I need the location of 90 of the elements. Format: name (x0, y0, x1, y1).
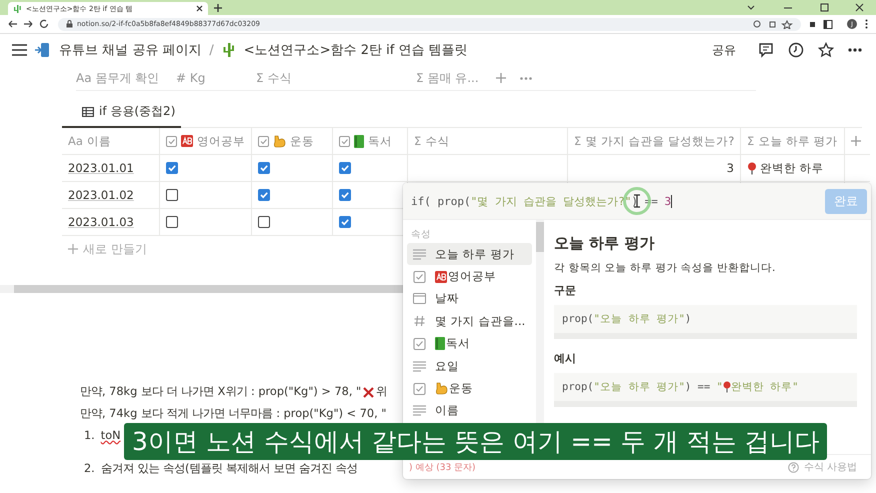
section-heading: 구문 (554, 283, 577, 298)
checkbox[interactable] (339, 216, 351, 228)
arm-icon (435, 382, 448, 396)
ab-icon (435, 270, 447, 283)
menu-icon[interactable] (865, 19, 868, 29)
list-item: toN (100, 429, 121, 443)
more-icon[interactable] (848, 48, 862, 52)
checkbox-icon (166, 136, 177, 146)
pin-icon (722, 381, 731, 393)
navigation-icon[interactable] (8, 19, 50, 29)
property-item[interactable]: 날짜 (407, 288, 532, 310)
breadcrumb[interactable]: 유튜브 채널 공유 페이지 (59, 41, 202, 59)
new-tab-icon[interactable] (214, 4, 222, 12)
subtitle-caption: 3이면 노션 수식에서 같다는 뜻은 여기 == 두 개 적는 겁니다 (124, 423, 828, 460)
checkbox-icon (413, 382, 426, 395)
checkbox[interactable] (258, 162, 270, 174)
code-block: prop("오늘 하루 평가") (554, 305, 857, 339)
hash-icon (413, 315, 426, 328)
column-header[interactable]: Aa 이름 (62, 128, 160, 154)
detail-description: 각 항목의 오늘 하루 평가 속성을 반환합니다. (554, 261, 776, 275)
calendar-icon (413, 293, 426, 304)
view-tab[interactable]: if 응용(중첩2) (62, 103, 182, 128)
column-header[interactable]: 영어공부 (160, 128, 252, 154)
cactus-icon (13, 4, 22, 14)
property-item[interactable]: 요일 (407, 354, 532, 378)
property-item[interactable]: 영어공부 (407, 265, 532, 288)
toolbar-icon[interactable] (753, 20, 793, 28)
phone-icon (35, 42, 51, 58)
property-item[interactable]: 운동 (407, 377, 532, 400)
share-button[interactable]: 공유 (712, 42, 736, 58)
checkbox[interactable] (339, 162, 351, 174)
checkbox-icon (339, 136, 350, 146)
paragraph: 만약, 74kg 보다 적게 나가면 너무마름 : prop("Kg") < 70, " (80, 407, 386, 421)
section-label: 속성 (411, 228, 432, 241)
property-item[interactable]: 오늘 하루 평가 (407, 243, 532, 266)
breadcrumb-separator: / (209, 42, 214, 58)
cross-icon (362, 386, 376, 398)
checkbox[interactable] (166, 216, 178, 228)
text-lines-icon (413, 360, 426, 372)
scrollbar[interactable] (536, 222, 544, 252)
text-lines-icon (413, 405, 426, 416)
close-icon[interactable] (196, 5, 203, 12)
property-item[interactable]: 몇 가지 습관을... (407, 310, 532, 333)
checkbox[interactable] (258, 216, 270, 228)
window-controls-icon[interactable] (746, 2, 866, 12)
column-header[interactable]: Σ 몇 가지 습관을 달성했는가? (568, 128, 741, 154)
checkbox-icon (258, 136, 269, 146)
checkbox[interactable] (258, 189, 270, 201)
scrollbar[interactable] (14, 285, 404, 293)
ab-icon (181, 135, 193, 147)
column-header[interactable]: Σ 수식 (408, 128, 568, 154)
checkbox[interactable] (166, 162, 178, 174)
checkbox[interactable] (339, 189, 351, 201)
property-item[interactable]: 독서 (407, 332, 532, 355)
table-cell: 2023.01.03 (68, 215, 134, 229)
clock-icon[interactable] (788, 42, 804, 58)
property-item[interactable]: 이름 (407, 400, 532, 422)
add-icon (68, 244, 78, 254)
column-header[interactable]: 운동 (252, 128, 333, 154)
text-lines-icon (413, 248, 426, 260)
add-icon[interactable] (496, 73, 506, 83)
checkbox-icon (413, 270, 426, 283)
code-block: prop("오늘 하루 평가") == " 완벽한 하루" (554, 373, 857, 407)
add-icon[interactable] (851, 136, 861, 146)
table-cell: 완벽한 하루 (760, 160, 824, 176)
arm-icon (273, 134, 286, 148)
table-cell: 2023.01.02 (68, 188, 134, 202)
star-icon[interactable] (818, 42, 834, 58)
paragraph: 만약, 78kg 보다 더 나가면 X위기 : prop("Kg") > 78, " 위 (80, 385, 388, 399)
table-cell: 2023.01.01 (68, 161, 134, 175)
menu-icon[interactable] (12, 44, 27, 56)
detail-title: 오늘 하루 평가 (554, 234, 656, 253)
table-icon (82, 106, 94, 116)
breadcrumb[interactable]: <노션연구소>함수 2탄 if 연습 템플릿 (244, 41, 468, 59)
checkbox-icon (413, 338, 426, 350)
table-cell: 3 (726, 161, 734, 175)
lock-icon (66, 20, 73, 28)
book-icon (354, 134, 364, 148)
comment-icon[interactable] (758, 42, 774, 58)
error-message: ) 예상 (33 문자) (409, 462, 476, 474)
list-number: 1. (84, 429, 95, 443)
cactus-icon (222, 42, 236, 58)
book-icon (435, 337, 445, 350)
pin-icon (747, 162, 757, 174)
list-item: 숨겨져 있는 속성(템플릿 복제해서 보면 숨겨진 속성 (100, 462, 358, 476)
section-heading: 예시 (554, 351, 577, 366)
list-number: 2. (84, 462, 95, 476)
column-header[interactable]: 독서 (333, 128, 408, 154)
column-header[interactable]: Σ 오늘 하루 평가 (741, 128, 845, 154)
checkbox[interactable] (166, 189, 178, 201)
